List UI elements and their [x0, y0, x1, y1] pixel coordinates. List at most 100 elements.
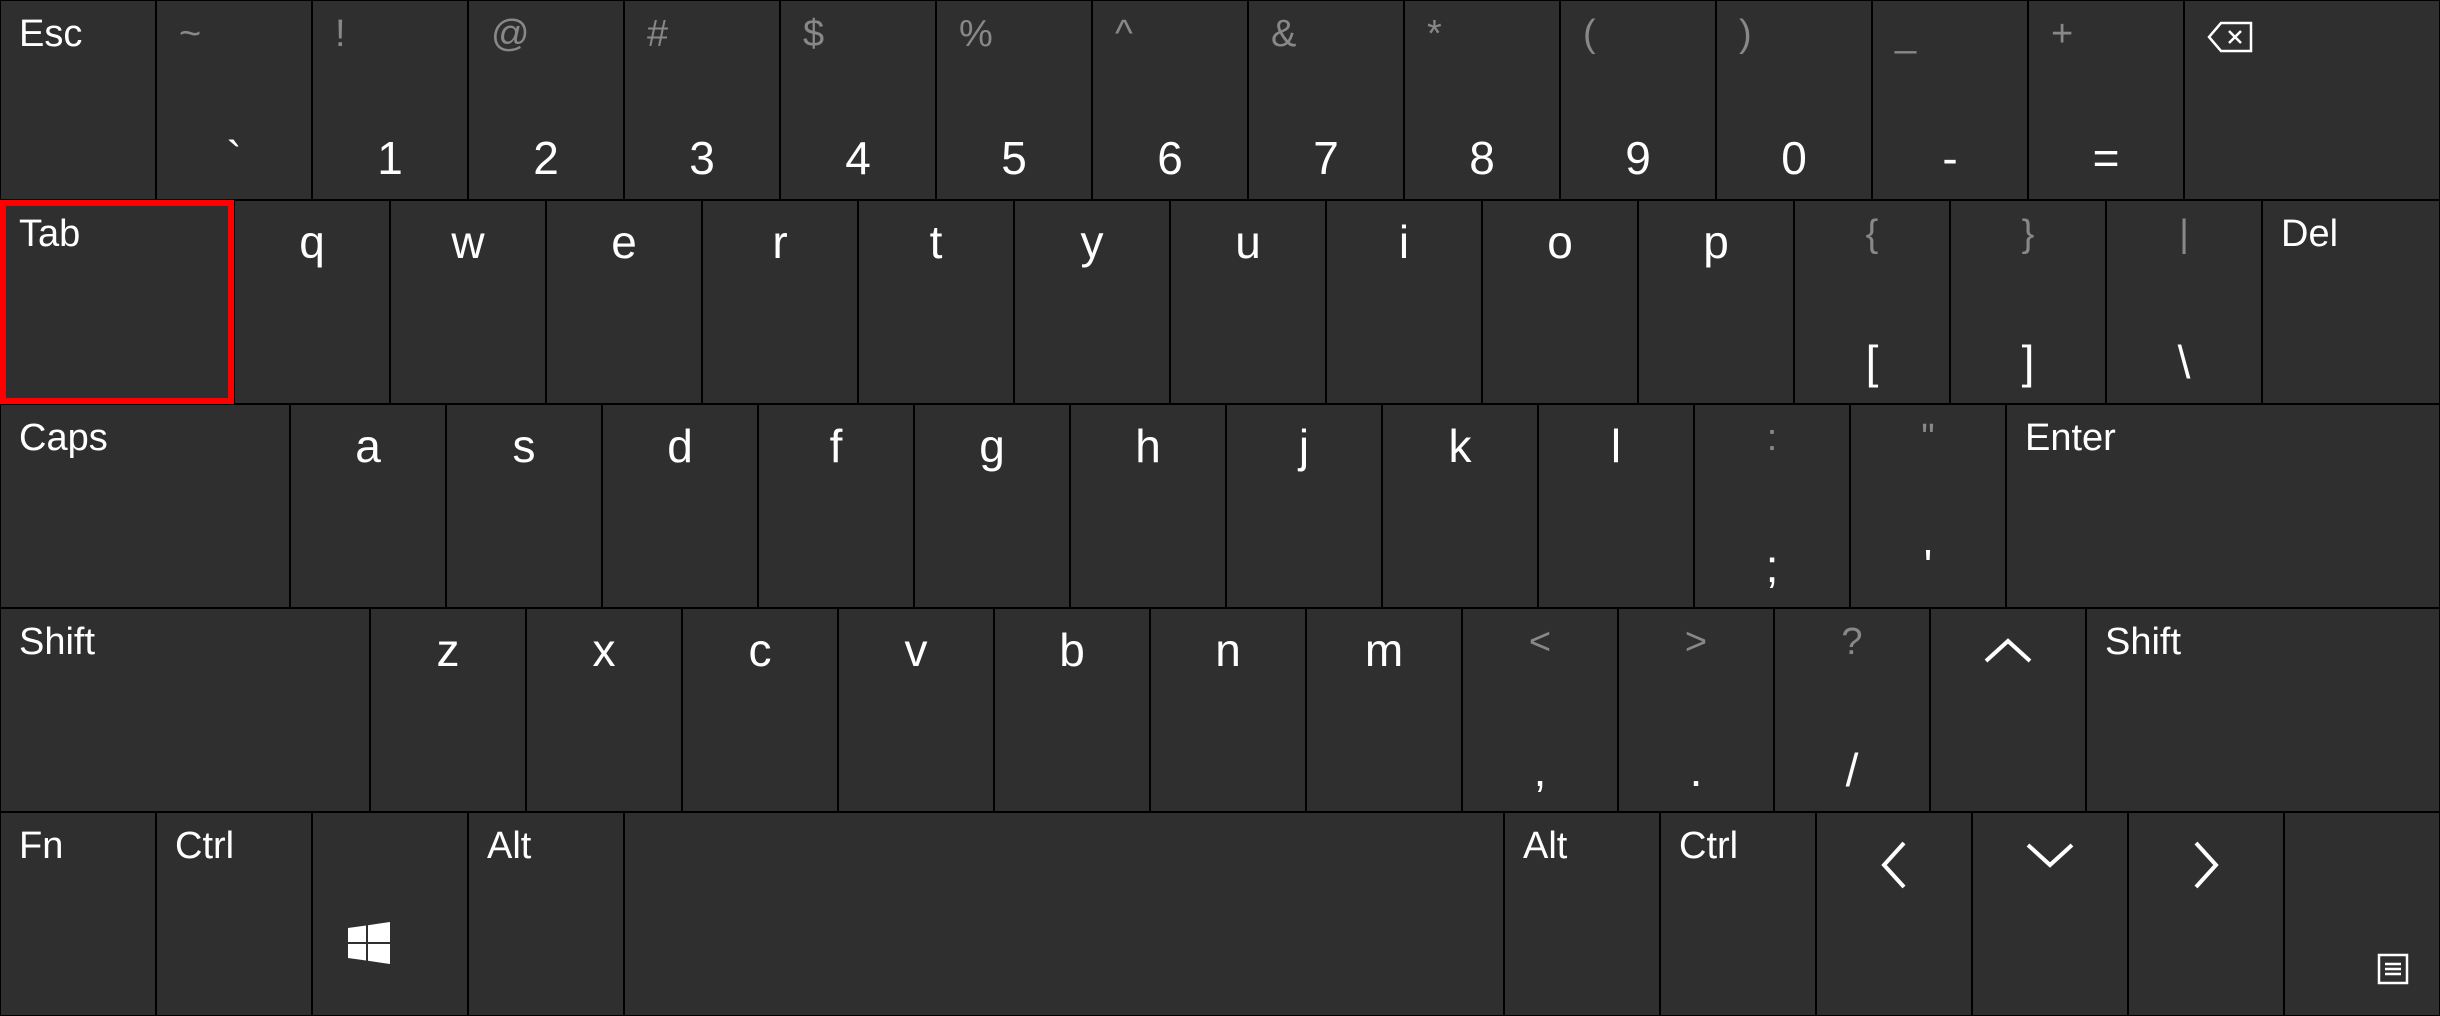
key-secondary: { [1795, 215, 1949, 253]
menu-icon [2377, 953, 2409, 985]
key-ctrl-right[interactable]: Ctrl [1660, 812, 1816, 1016]
key-3[interactable]: # 3 [624, 0, 780, 200]
key-v[interactable]: v [838, 608, 994, 812]
key-x[interactable]: x [526, 608, 682, 812]
key-right-bracket[interactable]: } ] [1950, 200, 2106, 404]
key-shift-right[interactable]: Shift [2086, 608, 2440, 812]
key-g[interactable]: g [914, 404, 1070, 608]
key-primary: c [683, 627, 837, 673]
key-c[interactable]: c [682, 608, 838, 812]
key-primary: p [1639, 219, 1793, 265]
key-esc[interactable]: Esc [0, 0, 156, 200]
key-caps[interactable]: Caps [0, 404, 290, 608]
key-secondary: ~ [179, 15, 201, 53]
key-alt-left[interactable]: Alt [468, 812, 624, 1016]
key-secondary: ) [1739, 15, 1752, 53]
key-primary: z [371, 627, 525, 673]
key-primary: , [1463, 747, 1617, 793]
key-menu[interactable] [2284, 812, 2440, 1016]
key-d[interactable]: d [602, 404, 758, 608]
key-4[interactable]: $ 4 [780, 0, 936, 200]
key-backslash[interactable]: | \ [2106, 200, 2262, 404]
key-9[interactable]: ( 9 [1560, 0, 1716, 200]
key-k[interactable]: k [1382, 404, 1538, 608]
key-primary: t [859, 219, 1013, 265]
key-1[interactable]: ! 1 [312, 0, 468, 200]
key-semicolon[interactable]: : ; [1694, 404, 1850, 608]
key-primary: f [759, 423, 913, 469]
key-b[interactable]: b [994, 608, 1150, 812]
key-primary: e [547, 219, 701, 265]
key-a[interactable]: a [290, 404, 446, 608]
key-n[interactable]: n [1150, 608, 1306, 812]
chevron-up-icon [1978, 631, 2038, 671]
key-primary: ` [157, 135, 311, 181]
key-enter[interactable]: Enter [2006, 404, 2440, 608]
key-del[interactable]: Del [2262, 200, 2440, 404]
key-shift-left[interactable]: Shift [0, 608, 370, 812]
key-primary: r [703, 219, 857, 265]
key-backtick[interactable]: ~ ` [156, 0, 312, 200]
key-secondary: + [2051, 15, 2073, 53]
key-arrow-up[interactable] [1930, 608, 2086, 812]
key-u[interactable]: u [1170, 200, 1326, 404]
key-z[interactable]: z [370, 608, 526, 812]
key-primary: [ [1795, 339, 1949, 385]
key-primary: l [1539, 423, 1693, 469]
key-secondary: : [1695, 419, 1849, 457]
key-s[interactable]: s [446, 404, 602, 608]
key-w[interactable]: w [390, 200, 546, 404]
key-primary: h [1071, 423, 1225, 469]
key-label: Ctrl [175, 827, 234, 865]
key-arrow-right[interactable] [2128, 812, 2284, 1016]
key-t[interactable]: t [858, 200, 1014, 404]
key-equals[interactable]: + = [2028, 0, 2184, 200]
on-screen-keyboard: Esc ~ ` ! 1 @ 2 # 3 $ 4 % 5 ^ 6 [0, 0, 2440, 1016]
key-primary: ] [1951, 339, 2105, 385]
key-ctrl-left[interactable]: Ctrl [156, 812, 312, 1016]
key-8[interactable]: * 8 [1404, 0, 1560, 200]
key-f[interactable]: f [758, 404, 914, 608]
key-backspace[interactable] [2184, 0, 2440, 200]
key-secondary: ( [1583, 15, 1596, 53]
key-left-bracket[interactable]: { [ [1794, 200, 1950, 404]
key-tab[interactable]: Tab [0, 200, 234, 404]
key-primary: = [2029, 135, 2183, 181]
row-2: Tab q w e r t y u i o p { [ } ] | \ Del [0, 200, 2440, 404]
key-r[interactable]: r [702, 200, 858, 404]
key-slash[interactable]: ? / [1774, 608, 1930, 812]
key-j[interactable]: j [1226, 404, 1382, 608]
key-arrow-down[interactable] [1972, 812, 2128, 1016]
key-primary: n [1151, 627, 1305, 673]
key-q[interactable]: q [234, 200, 390, 404]
windows-icon [348, 922, 390, 964]
key-7[interactable]: & 7 [1248, 0, 1404, 200]
key-arrow-left[interactable] [1816, 812, 1972, 1016]
key-windows[interactable] [312, 812, 468, 1016]
key-0[interactable]: ) 0 [1716, 0, 1872, 200]
key-l[interactable]: l [1538, 404, 1694, 608]
key-i[interactable]: i [1326, 200, 1482, 404]
key-space[interactable] [624, 812, 1504, 1016]
key-y[interactable]: y [1014, 200, 1170, 404]
key-5[interactable]: % 5 [936, 0, 1092, 200]
key-fn[interactable]: Fn [0, 812, 156, 1016]
key-comma[interactable]: < , [1462, 608, 1618, 812]
key-period[interactable]: > . [1618, 608, 1774, 812]
key-secondary: > [1619, 623, 1773, 661]
chevron-down-icon [2020, 835, 2080, 875]
key-primary: w [391, 219, 545, 265]
key-o[interactable]: o [1482, 200, 1638, 404]
key-primary: ; [1695, 543, 1849, 589]
key-e[interactable]: e [546, 200, 702, 404]
key-m[interactable]: m [1306, 608, 1462, 812]
key-alt-right[interactable]: Alt [1504, 812, 1660, 1016]
key-6[interactable]: ^ 6 [1092, 0, 1248, 200]
key-p[interactable]: p [1638, 200, 1794, 404]
key-minus[interactable]: _ - [1872, 0, 2028, 200]
key-2[interactable]: @ 2 [468, 0, 624, 200]
key-quote[interactable]: " ' [1850, 404, 2006, 608]
key-secondary: ^ [1115, 15, 1133, 53]
key-h[interactable]: h [1070, 404, 1226, 608]
key-label: Alt [487, 827, 531, 865]
